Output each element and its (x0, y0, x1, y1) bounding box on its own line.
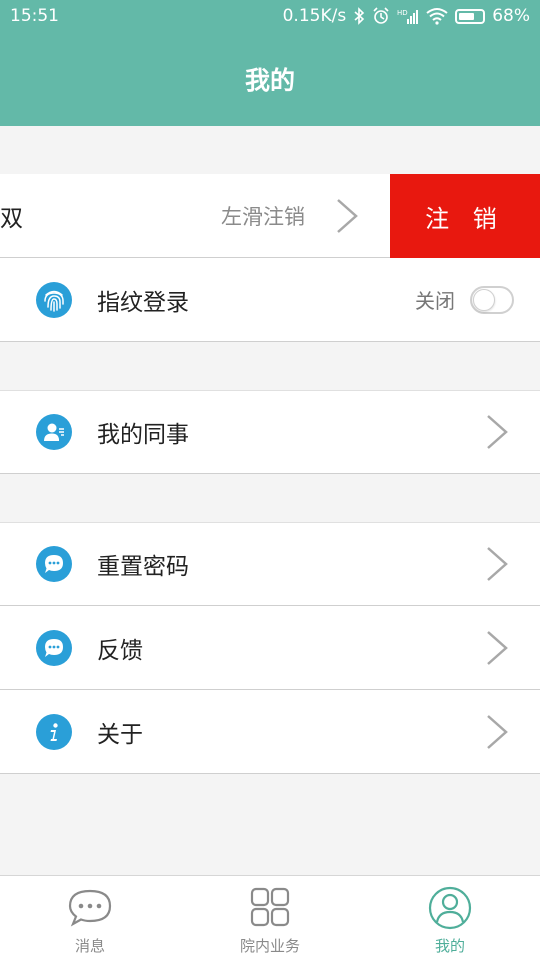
svg-text:HD: HD (397, 9, 408, 17)
hd-signal-icon: HD (397, 7, 419, 25)
account-name: 双 (0, 205, 23, 232)
wifi-icon (426, 7, 448, 25)
chevron-right-icon (487, 630, 508, 665)
nav-tab-hospital-business[interactable]: 院内业务 (180, 876, 360, 960)
net-speed: 0.15K/s (282, 6, 347, 26)
battery-icon (455, 8, 486, 24)
title-bar: 我的 (0, 32, 540, 126)
contact-icon (36, 414, 72, 450)
nav-tab-me[interactable]: 我的 (360, 876, 540, 960)
chat-bubble-icon (36, 629, 72, 666)
colleagues-label: 我的同事 (97, 422, 189, 448)
about-label: 关于 (97, 721, 143, 748)
toggle-knob (473, 288, 495, 311)
menu-item-reset-password[interactable]: 重置密码 (0, 522, 540, 606)
message-icon (68, 889, 112, 927)
logout-button[interactable]: 注 销 (390, 174, 540, 258)
chevron-right-icon (337, 198, 358, 233)
chevron-right-icon (487, 714, 508, 749)
nav-label-hospital-business: 院内业务 (239, 937, 300, 955)
fingerprint-label: 指纹登录 (97, 289, 189, 316)
nav-label-messages: 消息 (74, 937, 105, 955)
alarm-icon (372, 7, 390, 25)
menu-item-colleagues[interactable]: 我的同事 (0, 390, 540, 474)
bottom-nav: 消息 院内业务 我的 (0, 875, 540, 960)
chat-bubble-icon (36, 546, 72, 582)
chevron-right-icon (487, 415, 508, 449)
status-time: 15:51 (10, 6, 59, 26)
grid-icon (250, 887, 290, 927)
reset-password-label: 重置密码 (97, 554, 189, 580)
menu-item-feedback[interactable]: 反馈 (0, 606, 540, 690)
status-bar: 15:51 0.15K/s HD 68% (0, 0, 540, 32)
page-title: 我的 (244, 66, 295, 95)
fingerprint-state: 关闭 (415, 289, 455, 313)
nav-tab-messages[interactable]: 消息 (0, 876, 180, 960)
status-icons: 0.15K/s HD 68% (283, 6, 530, 26)
swipe-hint: 左滑注销 (221, 204, 305, 229)
fingerprint-toggle[interactable] (470, 285, 514, 314)
battery-fill (459, 12, 475, 20)
info-icon (36, 713, 72, 750)
chevron-right-icon (487, 547, 508, 581)
fingerprint-icon (36, 281, 72, 318)
nav-label-me: 我的 (434, 937, 465, 955)
menu-item-about[interactable]: 关于 (0, 690, 540, 774)
person-icon (428, 886, 472, 930)
feedback-label: 反馈 (97, 637, 143, 664)
account-row[interactable]: 双 左滑注销 注 销 (0, 174, 540, 258)
fingerprint-login-row[interactable]: 指纹登录 关闭 (0, 258, 540, 342)
battery-percent: 68% (492, 6, 530, 26)
bluetooth-icon (353, 7, 365, 25)
logout-label: 注 销 (425, 204, 505, 233)
